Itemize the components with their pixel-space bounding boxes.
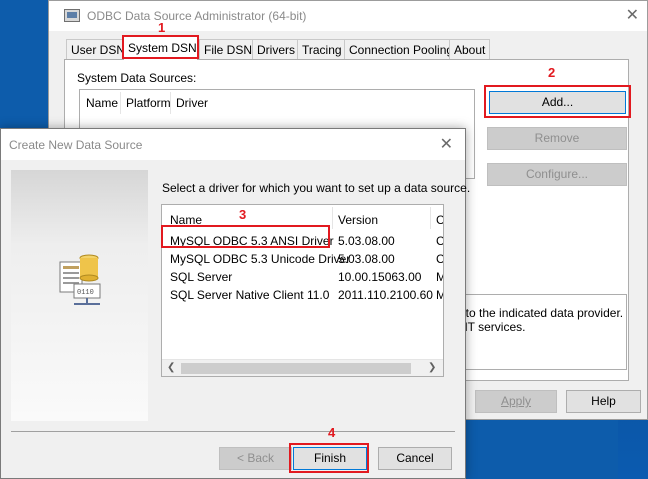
tab-connection-pooling[interactable]: Connection Pooling	[344, 39, 459, 59]
driver-company: C	[436, 234, 444, 248]
configure-button[interactable]: Configure...	[487, 163, 627, 186]
remove-button[interactable]: Remove	[487, 127, 627, 150]
driver-company: M	[436, 270, 443, 284]
dialog-prompt: Select a driver for which you want to se…	[162, 181, 471, 195]
tab-file-dsn[interactable]: File DSN	[199, 39, 258, 59]
odbc-window-title: ODBC Data Source Administrator (64-bit)	[87, 9, 307, 23]
remove-button-label: Remove	[534, 131, 580, 145]
driver-version: 2011.110.2100.60	[338, 288, 433, 302]
driver-row[interactable]: SQL Server 10.00.15063.00 M	[162, 268, 443, 286]
driver-company: M	[436, 288, 443, 302]
odbc-app-icon	[64, 9, 80, 22]
annotation-number-4: 4	[328, 425, 336, 440]
driver-name: SQL Server	[170, 270, 233, 284]
dialog-title: Create New Data Source	[9, 138, 143, 152]
apply-button-label: Apply	[500, 394, 532, 408]
driver-row[interactable]: MySQL ODBC 5.3 Unicode Driver 5.03.08.00…	[162, 250, 444, 268]
back-button-label: < Back	[236, 451, 275, 465]
tab-about[interactable]: About	[449, 39, 491, 59]
scroll-right-icon[interactable]: ❯	[428, 362, 436, 373]
annotation-box-4	[289, 443, 369, 473]
column-name[interactable]: Name	[86, 96, 118, 110]
column-divider	[120, 92, 121, 114]
column-driver[interactable]: Driver	[176, 96, 208, 110]
tab-user-dsn[interactable]: User DSN	[66, 39, 131, 59]
horizontal-scrollbar[interactable]: ❮ ❯	[162, 359, 443, 376]
column-divider	[430, 207, 431, 229]
data-source-icon: 0110	[59, 254, 101, 305]
annotation-number-2: 2	[548, 65, 556, 80]
create-new-data-source-dialog: Create New Data Source ✕ 0110 Select a d…	[0, 128, 470, 479]
apply-button[interactable]: Apply	[475, 390, 557, 413]
column-divider	[170, 92, 171, 114]
dialog-side-panel: 0110	[11, 170, 148, 421]
tab-drivers[interactable]: Drivers	[252, 39, 300, 59]
dialog-divider	[11, 431, 455, 432]
driver-company: C	[436, 252, 444, 266]
driver-version: 10.00.15063.00	[338, 270, 422, 284]
close-icon[interactable]: ✕	[440, 134, 453, 154]
column-company[interactable]: C	[436, 213, 443, 227]
svg-text:0110: 0110	[77, 289, 94, 297]
annotation-box-3	[161, 225, 330, 248]
system-data-sources-label: System Data Sources:	[77, 71, 197, 85]
close-icon[interactable]: ✕	[626, 5, 639, 25]
annotation-number-1: 1	[158, 20, 166, 35]
annotation-number-3: 3	[239, 207, 247, 222]
cancel-button[interactable]: Cancel	[378, 447, 452, 470]
column-platform[interactable]: Platform	[126, 96, 171, 110]
driver-version: 5.03.08.00	[338, 252, 395, 266]
configure-button-label: Configure...	[525, 167, 589, 181]
description-text: t to the indicated data provider. NT ser…	[459, 306, 623, 334]
back-button[interactable]: < Back	[219, 447, 292, 470]
help-button[interactable]: Help	[566, 390, 641, 413]
description-line-2: NT services.	[459, 320, 526, 334]
cancel-button-label: Cancel	[396, 451, 434, 465]
annotation-box-1	[122, 35, 199, 59]
help-button-label: Help	[591, 394, 616, 408]
dialog-titlebar: Create New Data Source ✕	[1, 129, 465, 160]
driver-version: 5.03.08.00	[338, 234, 395, 248]
driver-row[interactable]: SQL Server Native Client 11.0 2011.110.2…	[162, 286, 443, 304]
column-divider	[332, 207, 333, 229]
description-line-1: t to the indicated data provider.	[459, 306, 624, 320]
scroll-thumb[interactable]	[181, 363, 411, 374]
driver-name: SQL Server Native Client 11.0	[170, 288, 330, 302]
scroll-left-icon[interactable]: ❮	[167, 362, 175, 373]
odbc-titlebar: ODBC Data Source Administrator (64-bit) …	[49, 1, 647, 31]
column-version[interactable]: Version	[338, 213, 378, 227]
driver-name: MySQL ODBC 5.3 Unicode Driver	[170, 252, 351, 266]
tab-tracing[interactable]: Tracing	[297, 39, 347, 59]
annotation-box-2	[484, 85, 631, 118]
